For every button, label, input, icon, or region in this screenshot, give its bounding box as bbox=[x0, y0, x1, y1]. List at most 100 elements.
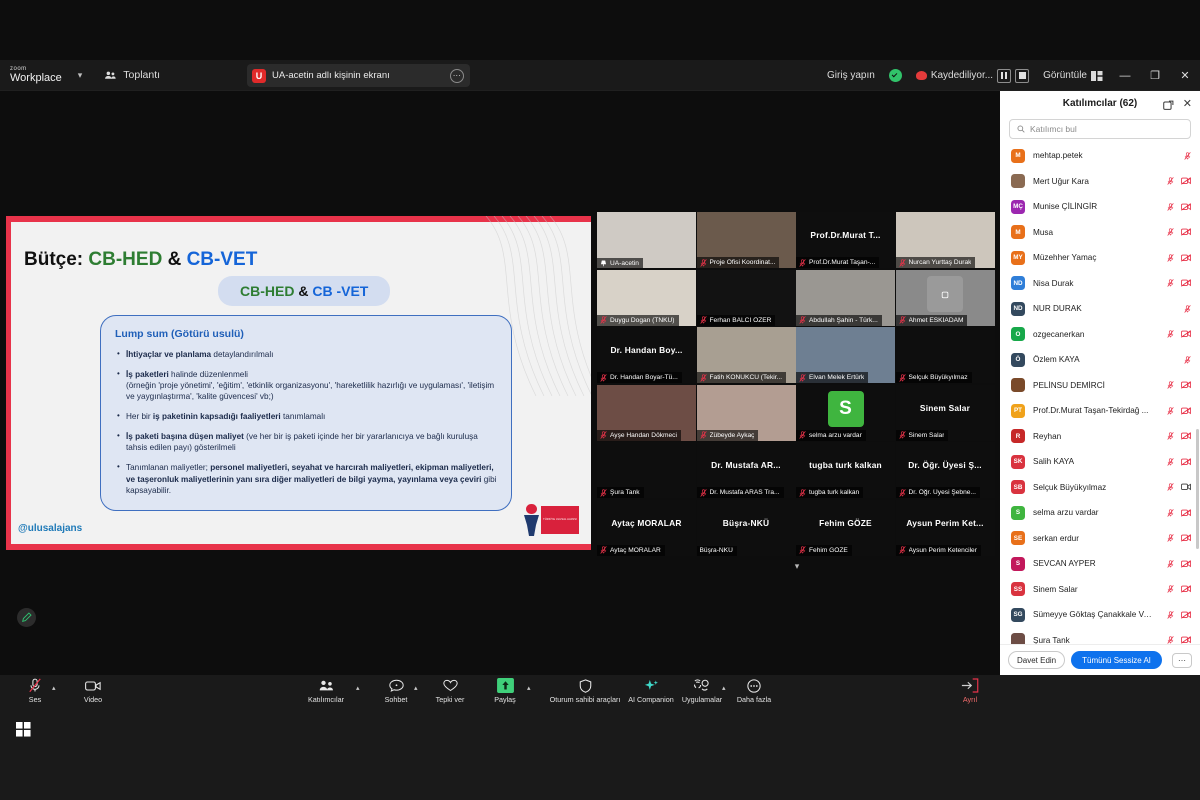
participant-row[interactable]: M Musa bbox=[1000, 220, 1200, 246]
video-tile[interactable]: Prof.Dr.Murat T... Prof.Dr.Murat Taşan-..… bbox=[796, 212, 895, 268]
audio-options-chevron-icon[interactable]: ▴ bbox=[52, 684, 56, 692]
video-tile[interactable]: Elvan Melek Ertürk bbox=[796, 327, 895, 383]
participants-label: Katılımcılar bbox=[308, 695, 344, 704]
shared-screen-slide[interactable]: Bütçe: CB-HED & CB-VET CB-HED & CB -VET … bbox=[6, 216, 591, 550]
reactions-button[interactable]: Tepki ver bbox=[423, 678, 477, 704]
participants-options-chevron-icon[interactable]: ▴ bbox=[356, 684, 360, 692]
participant-row[interactable]: R Reyhan bbox=[1000, 424, 1200, 450]
participant-status-icons bbox=[1161, 177, 1191, 186]
host-tools-button[interactable]: Oturum sahibi araçları bbox=[548, 678, 622, 704]
popout-icon[interactable] bbox=[1163, 98, 1174, 110]
recording-indicator[interactable]: Kaydediliyor... bbox=[909, 68, 1036, 83]
participants-button[interactable]: Katılımcılar bbox=[299, 678, 353, 704]
avatar: ND bbox=[1011, 301, 1025, 316]
apps-options-chevron-icon[interactable]: ▴ bbox=[722, 684, 726, 692]
zoom-title-bar: zoom Workplace ▾ Toplantı U UA-acetin ad… bbox=[0, 60, 1200, 91]
share-more-icon[interactable]: ⋯ bbox=[449, 68, 464, 83]
video-tile[interactable]: Şura Tank bbox=[597, 442, 696, 498]
participant-row[interactable]: Oozgecanerkan bbox=[1000, 322, 1200, 348]
video-grid-expand-button[interactable]: ▾ bbox=[597, 557, 997, 575]
invite-button[interactable]: Davet Edin bbox=[1008, 651, 1066, 669]
stop-recording-button[interactable] bbox=[1015, 68, 1030, 83]
video-tile[interactable]: Duygu Dogan (TNKU) bbox=[597, 269, 696, 326]
video-tile[interactable]: Zübeyde Aykaç bbox=[696, 384, 796, 441]
video-tile[interactable]: Sselma arzu vardar bbox=[796, 384, 895, 441]
participants-more-button[interactable]: ⋯ bbox=[1172, 652, 1192, 668]
chevron-down-icon[interactable]: ▾ bbox=[78, 70, 83, 81]
screen-share-indicator[interactable]: U UA-acetin adlı kişinin ekranı ⋯ bbox=[247, 64, 470, 87]
close-button[interactable]: ✕ bbox=[1170, 60, 1200, 91]
video-button[interactable]: Video bbox=[66, 678, 120, 704]
slide-subtitle-chip: CB-HED & CB -VET bbox=[218, 276, 391, 306]
sign-in-button[interactable]: Giriş yapın bbox=[820, 70, 882, 81]
apps-button[interactable]: Uygulamalar bbox=[676, 678, 728, 704]
video-tile[interactable]: Aytaç MORALAR Aytaç MORALAR bbox=[597, 499, 696, 556]
video-tile[interactable]: Fehim GÖZE Fehim GÖZE bbox=[796, 499, 895, 556]
video-tile[interactable]: Nurcan Yurttaş Durak bbox=[895, 212, 995, 268]
participant-row[interactable]: SS Sinem Salar bbox=[1000, 577, 1200, 603]
maximize-button[interactable]: ❐ bbox=[1140, 60, 1170, 91]
participant-row[interactable]: SB Selçuk Büyükyılmaz bbox=[1000, 475, 1200, 501]
mic-muted-icon bbox=[1167, 330, 1174, 339]
video-tile-name: UA-acetin bbox=[610, 259, 639, 267]
participant-row[interactable]: S SEVCAN AYPER bbox=[1000, 551, 1200, 577]
video-tile[interactable]: tugba turk kalkan tugba turk kalkan bbox=[796, 442, 895, 498]
share-options-chevron-icon[interactable]: ▴ bbox=[527, 684, 531, 692]
participant-row[interactable]: SK Salih KAYA bbox=[1000, 449, 1200, 475]
video-tile[interactable]: Proje Ofisi Koordinat... bbox=[696, 212, 796, 268]
more-button[interactable]: Daha fazla bbox=[727, 678, 781, 704]
participant-row[interactable]: SE serkan erdur bbox=[1000, 526, 1200, 552]
video-tile-namebar: UA-acetin bbox=[597, 258, 643, 268]
encryption-shield-icon[interactable] bbox=[882, 69, 909, 82]
participant-row[interactable]: MY Müzehher Yamaç bbox=[1000, 245, 1200, 271]
ai-companion-button[interactable]: AI Companion bbox=[620, 678, 682, 704]
share-button[interactable]: Paylaş bbox=[478, 678, 532, 704]
camera-icon bbox=[85, 678, 101, 693]
mic-muted-icon bbox=[1184, 151, 1191, 160]
video-tile[interactable]: Dr. Öğr. Üyesi Ş... Dr. Öğr. Üyesi Şebne.… bbox=[895, 442, 995, 498]
annotate-button[interactable] bbox=[17, 608, 36, 627]
start-button[interactable] bbox=[6, 714, 40, 744]
mic-muted-icon bbox=[799, 546, 806, 554]
bullet-2-paren: (örneğin 'proje yönetimi', 'eğitim', 'et… bbox=[126, 381, 495, 402]
mute-all-button[interactable]: Tümünü Sessize Al bbox=[1071, 651, 1162, 669]
participant-row[interactable]: ND NUR DURAK bbox=[1000, 296, 1200, 322]
participants-list[interactable]: Mmehtap.petek Mert Uğur Kara MÇ Munise ÇİLİ… bbox=[1000, 143, 1200, 644]
participant-row[interactable]: MÇ Munise ÇİLİNGİR bbox=[1000, 194, 1200, 220]
video-tile-avatar: S bbox=[827, 391, 864, 428]
chat-options-chevron-icon[interactable]: ▴ bbox=[414, 684, 418, 692]
video-tile[interactable]: Ferhan BALCI ÖZER bbox=[696, 269, 796, 326]
avatar bbox=[1011, 633, 1025, 644]
participant-row[interactable]: ND Nisa Durak bbox=[1000, 271, 1200, 297]
video-tile[interactable]: Büşra-NKÜ Büşra-NKÜ bbox=[696, 499, 796, 556]
participant-row[interactable]: PELİNSU DEMİRCİ bbox=[1000, 373, 1200, 399]
pause-recording-button[interactable] bbox=[997, 68, 1012, 83]
participant-row[interactable]: Mert Uğur Kara bbox=[1000, 169, 1200, 195]
zoom-logo-line2: Workplace bbox=[10, 72, 62, 84]
video-tile[interactable]: Dr. Handan Boy... Dr. Handan Boyar-Tü... bbox=[597, 327, 696, 383]
participant-row[interactable]: SG Sümeyye Göktaş Çanakkale Vali... bbox=[1000, 602, 1200, 628]
video-tile[interactable]: ▢ Ahmet ESKİADAM bbox=[895, 269, 995, 326]
participant-row[interactable]: Sselma arzu vardar bbox=[1000, 500, 1200, 526]
view-layout-icon bbox=[1091, 70, 1103, 81]
minimize-button[interactable]: — bbox=[1110, 60, 1140, 91]
participant-row[interactable]: PT Prof.Dr.Murat Taşan-Tekirdağ ... bbox=[1000, 398, 1200, 424]
participant-row[interactable]: Şura Tank bbox=[1000, 628, 1200, 644]
participant-search-box[interactable]: Katılımcı bul bbox=[1009, 119, 1191, 139]
view-button[interactable]: Görüntüle bbox=[1036, 70, 1110, 81]
video-tile[interactable]: UA-acetin bbox=[597, 212, 696, 268]
participants-scrollbar[interactable] bbox=[1195, 429, 1199, 549]
video-tile[interactable]: Abdullah Şahin - Türk... bbox=[796, 269, 895, 326]
bullet-marker: • bbox=[117, 411, 120, 421]
close-participants-icon[interactable]: ✕ bbox=[1183, 97, 1192, 110]
video-tile[interactable]: Sinem Salar Sinem Salar bbox=[895, 384, 995, 441]
meeting-tab[interactable]: Toplantı bbox=[104, 69, 160, 82]
video-tile[interactable]: Fatih KONUKCU (Tekir... bbox=[696, 327, 796, 383]
video-tile[interactable]: Ayşe Handan Dökmeci bbox=[597, 384, 696, 441]
participant-row[interactable]: Ö Özlem KAYA bbox=[1000, 347, 1200, 373]
video-tile[interactable]: Selçuk Büyükyılmaz bbox=[895, 327, 995, 383]
leave-button[interactable]: Ayrıl bbox=[945, 678, 995, 704]
participant-row[interactable]: Mmehtap.petek bbox=[1000, 143, 1200, 169]
video-tile[interactable]: Aysun Perim Ket... Aysun Perim Ketenciler bbox=[895, 499, 995, 556]
video-tile[interactable]: Dr. Mustafa AR... Dr. Mustafa ARAS Tra... bbox=[696, 442, 796, 498]
